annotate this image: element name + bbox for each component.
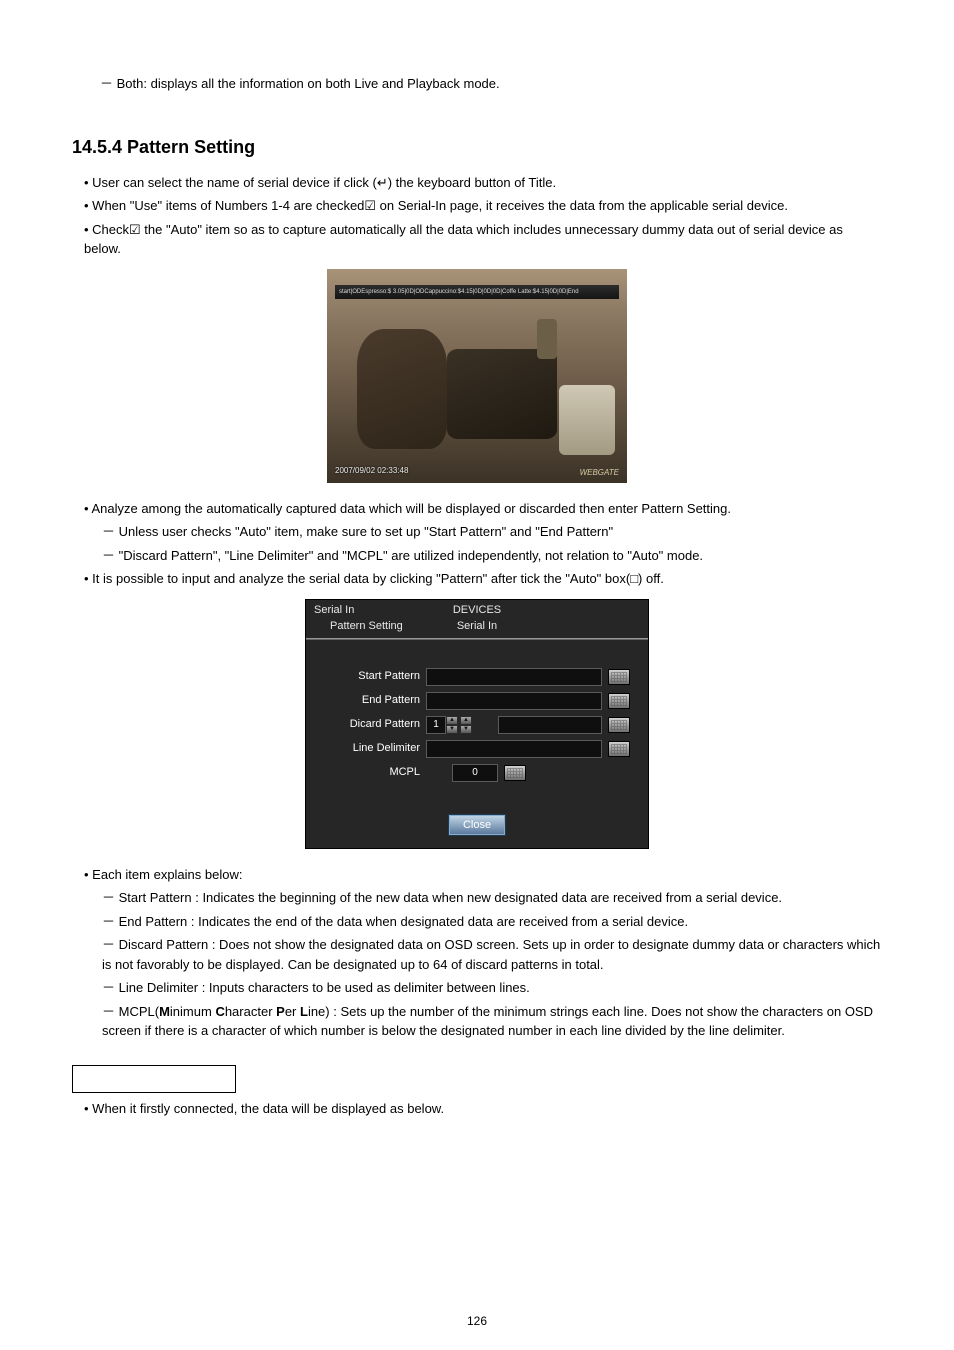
bullet-analyze: • Analyze among the automatically captur… [84, 499, 882, 519]
dash-discard-pattern: － Discard Pattern : Does not show the de… [102, 935, 882, 974]
input-end-pattern[interactable] [426, 692, 602, 710]
spin-discard-selector[interactable]: ▲▼ [460, 716, 492, 734]
input-mcpl[interactable]: 0 [452, 764, 498, 782]
pattern-setting-dialog: Serial In DEVICES Pattern Setting Serial… [305, 599, 649, 849]
mcpl-t3: er [285, 1004, 300, 1019]
osd-timestamp: 2007/09/02 02:33:48 [335, 465, 408, 477]
mcpl-b-m: M [159, 1004, 170, 1019]
text-both-mode: － Both: displays all the information on … [100, 74, 882, 94]
page-number: 126 [0, 1312, 954, 1330]
dash-mcpl: － MCPL(Minimum Character Per Line) : Set… [102, 1002, 882, 1041]
dash-end-pattern-text: End Pattern : Indicates the end of the d… [119, 914, 688, 929]
bullet-check-auto: • Check☑ the "Auto" item so as to captur… [84, 220, 882, 259]
label-start-pattern: Start Pattern [324, 668, 420, 685]
mcpl-t1: inimum [170, 1004, 216, 1019]
label-mcpl: MCPL [324, 764, 420, 781]
dash-mcpl-prefix: MCPL( [119, 1004, 159, 1019]
bullet-input-analyze-text: It is possible to input and analyze the … [92, 571, 664, 586]
mcpl-t2: haracter [225, 1004, 276, 1019]
text-both-mode-content: Both: displays all the information on bo… [117, 76, 500, 91]
label-discard-pattern: Dicard Pattern [324, 716, 420, 733]
mcpl-b-l: L [300, 1004, 308, 1019]
dash-unless-auto-text: Unless user checks "Auto" item, make sur… [119, 524, 613, 539]
tab-serial-in-top[interactable]: Serial In [314, 602, 354, 619]
spin-up-icon[interactable]: ▲ [446, 716, 458, 725]
spin-discard-index-value: 1 [426, 716, 446, 734]
close-button[interactable]: Close [448, 814, 506, 836]
dash-line-delimiter: － Line Delimiter : Inputs characters to … [102, 978, 882, 998]
bullet-each-item-text: Each item explains below: [92, 867, 242, 882]
example-placeholder-box [72, 1065, 236, 1093]
mcpl-b-p: P [276, 1004, 285, 1019]
bullet-select-name: • User can select the name of serial dev… [84, 173, 882, 193]
dash-line-delimiter-text: Line Delimiter : Inputs characters to be… [119, 980, 530, 995]
bullet-select-name-text: User can select the name of serial devic… [92, 175, 556, 190]
tab-serial-in-sub[interactable]: Serial In [457, 618, 497, 635]
dash-discard-pattern-text: Discard Pattern : Does not show the desi… [102, 937, 880, 972]
dash-discard-mcpl-text: "Discard Pattern", "Line Delimiter" and … [119, 548, 703, 563]
dialog-tabbar: Serial In DEVICES Pattern Setting Serial… [306, 600, 648, 640]
tab-devices[interactable]: DEVICES [453, 602, 501, 619]
tab-pattern-setting[interactable]: Pattern Setting [330, 618, 403, 635]
keyboard-icon[interactable] [608, 669, 630, 685]
bullet-each-item: • Each item explains below: [84, 865, 882, 885]
serial-overlay-photo: start|ODEspresso:$ 3.05|0D|ODCappuccino:… [327, 269, 627, 483]
spin-up-icon[interactable]: ▲ [460, 716, 472, 725]
spin-down-icon[interactable]: ▼ [446, 725, 458, 734]
bullet-analyze-text: Analyze among the automatically captured… [91, 501, 731, 516]
osd-logo: WEBGATE [580, 467, 619, 479]
input-start-pattern[interactable] [426, 668, 602, 686]
bullet-check-auto-text: Check☑ the "Auto" item so as to capture … [84, 222, 843, 257]
input-line-delimiter[interactable] [426, 740, 602, 758]
spin-discard-index[interactable]: 1 ▲▼ [426, 716, 458, 734]
osd-overlay-text: start|ODEspresso:$ 3.05|0D|ODCappuccino:… [335, 285, 619, 299]
input-discard-pattern[interactable] [498, 716, 602, 734]
label-line-delimiter: Line Delimiter [324, 740, 420, 757]
mcpl-b-c: C [215, 1004, 224, 1019]
bullet-input-analyze: • It is possible to input and analyze th… [84, 569, 882, 589]
bullet-use-items-text: When "Use" items of Numbers 1-4 are chec… [92, 198, 788, 213]
spin-down-icon[interactable]: ▼ [460, 725, 472, 734]
dash-unless-auto: － Unless user checks "Auto" item, make s… [102, 522, 882, 542]
bullet-use-items: • When "Use" items of Numbers 1-4 are ch… [84, 196, 882, 216]
label-end-pattern: End Pattern [324, 692, 420, 709]
dialog-body: Start Pattern End Pattern Dicard Pattern… [306, 640, 648, 800]
bullet-first-connected: • When it firstly connected, the data wi… [84, 1099, 882, 1119]
dash-discard-mcpl: － "Discard Pattern", "Line Delimiter" an… [102, 546, 882, 566]
keyboard-icon[interactable] [504, 765, 526, 781]
keyboard-icon[interactable] [608, 717, 630, 733]
keyboard-icon[interactable] [608, 693, 630, 709]
dash-start-pattern-text: Start Pattern : Indicates the beginning … [119, 890, 782, 905]
dash-start-pattern: － Start Pattern : Indicates the beginnin… [102, 888, 882, 908]
bullet-first-connected-text: When it firstly connected, the data will… [92, 1101, 444, 1116]
keyboard-icon[interactable] [608, 741, 630, 757]
heading-pattern-setting: 14.5.4 Pattern Setting [72, 134, 882, 161]
dash-end-pattern: － End Pattern : Indicates the end of the… [102, 912, 882, 932]
